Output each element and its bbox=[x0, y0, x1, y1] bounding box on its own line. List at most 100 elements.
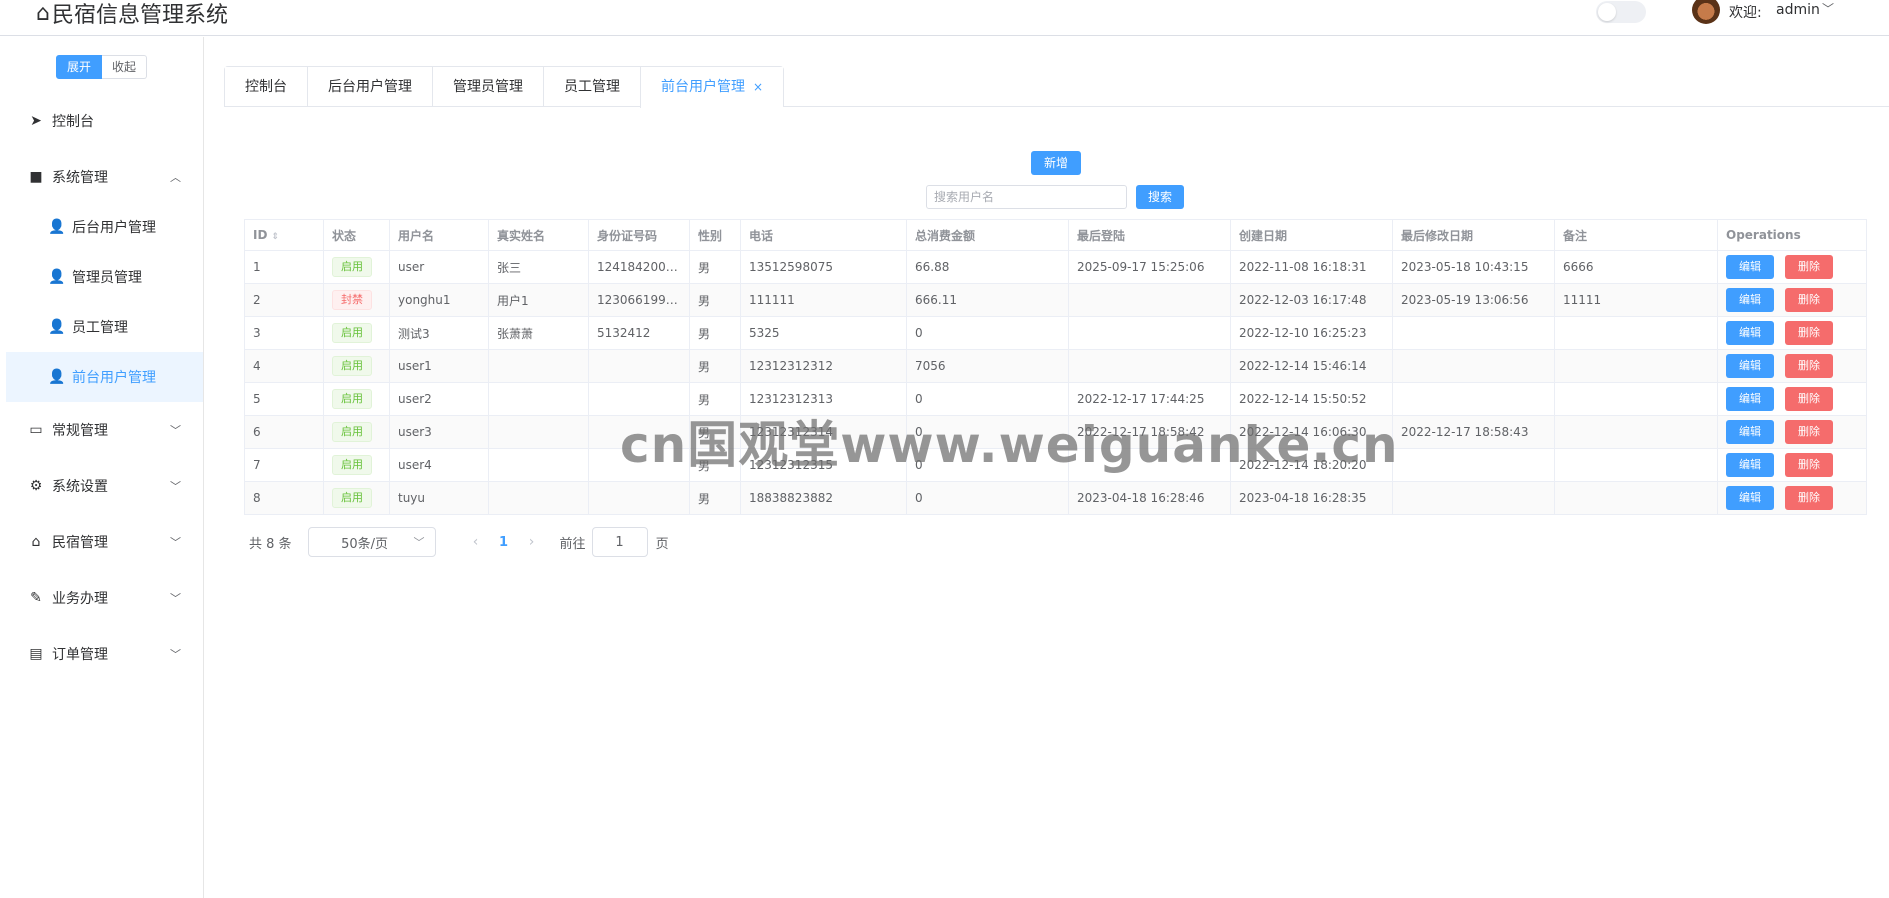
tab-frontend-users[interactable]: 前台用户管理 × bbox=[640, 67, 784, 108]
cell-modified: 2023-05-18 10:43:15 bbox=[1392, 250, 1555, 284]
edit-button[interactable]: 编辑 bbox=[1726, 288, 1774, 312]
sidebar-item-general[interactable]: ▭ 常规管理 ﹀ bbox=[0, 405, 203, 455]
cell-spent: 0 bbox=[906, 316, 1069, 350]
sidebar-item-orders[interactable]: ▤ 订单管理 ﹀ bbox=[0, 629, 203, 679]
column-header: Operations bbox=[1717, 219, 1867, 251]
cell-last-login: 2022-12-17 18:58:42 bbox=[1068, 415, 1231, 449]
sidebar-item-staff[interactable]: 👤 员工管理 bbox=[0, 302, 203, 352]
cell-spent: 7056 bbox=[906, 349, 1069, 383]
chevron-down-icon: ﹀ bbox=[170, 592, 181, 605]
sidebar-item-backend-users[interactable]: 👤 后台用户管理 bbox=[0, 202, 203, 252]
cell-created: 2022-12-14 15:50:52 bbox=[1230, 382, 1393, 416]
sidebar-item-label: 民宿管理 bbox=[52, 535, 108, 551]
next-page-button[interactable]: › bbox=[516, 534, 548, 550]
edit-button[interactable]: 编辑 bbox=[1726, 420, 1774, 444]
edit-button[interactable]: 编辑 bbox=[1726, 453, 1774, 477]
user-menu-name[interactable]: admin bbox=[1776, 2, 1820, 18]
cell-phone: 12312312312 bbox=[740, 349, 907, 383]
status-badge: 封禁 bbox=[332, 290, 372, 310]
table-row: 5 启用 user2 男 12312312313 0 2022-12-17 17:44:25… bbox=[244, 382, 1867, 416]
avatar[interactable] bbox=[1692, 0, 1720, 24]
gear-icon: ⚙ bbox=[29, 478, 43, 494]
search-input[interactable] bbox=[926, 185, 1127, 209]
delete-button[interactable]: 删除 bbox=[1785, 486, 1833, 510]
edit-button[interactable]: 编辑 bbox=[1726, 486, 1774, 510]
prev-page-button[interactable]: ‹ bbox=[460, 534, 492, 550]
cell-idcard: 1230661994… bbox=[588, 283, 690, 317]
delete-button[interactable]: 删除 bbox=[1785, 354, 1833, 378]
page-size-select[interactable]: 50条/页 ﹀ bbox=[307, 527, 436, 557]
edit-button[interactable]: 编辑 bbox=[1726, 387, 1774, 411]
column-header-id[interactable]: ID ⇕ bbox=[244, 219, 324, 251]
cell-gender: 男 bbox=[689, 316, 741, 350]
sidebar-item-business[interactable]: ✎ 业务办理 ﹀ bbox=[0, 573, 203, 623]
home-icon: ⌂ bbox=[36, 0, 50, 26]
column-header: 电话 bbox=[740, 219, 907, 251]
cell-status: 启用 bbox=[323, 448, 390, 482]
delete-button[interactable]: 删除 bbox=[1785, 453, 1833, 477]
cell-phone: 12312312315 bbox=[740, 448, 907, 482]
cell-username: user2 bbox=[389, 382, 489, 416]
cell-created: 2022-12-10 16:25:23 bbox=[1230, 316, 1393, 350]
sidebar-item-settings[interactable]: ⚙ 系统设置 ﹀ bbox=[0, 461, 203, 511]
column-header: 真实姓名 bbox=[488, 219, 589, 251]
cell-id: 5 bbox=[244, 382, 324, 416]
column-header: 用户名 bbox=[389, 219, 489, 251]
cell-note bbox=[1554, 316, 1718, 350]
delete-button[interactable]: 删除 bbox=[1785, 288, 1833, 312]
page-jump-input[interactable] bbox=[591, 527, 648, 557]
cell-realname: 张萧萧 bbox=[488, 316, 589, 350]
page-number[interactable]: 1 bbox=[492, 535, 516, 550]
tab-dashboard[interactable]: 控制台 bbox=[225, 67, 307, 107]
expand-button[interactable]: 展开 bbox=[56, 55, 103, 79]
page-unit-label: 页 bbox=[655, 536, 669, 552]
cell-note: 6666 bbox=[1554, 250, 1718, 284]
cell-phone: 5325 bbox=[740, 316, 907, 350]
users-table: ID ⇕ 状态 用户名 真实姓名 身份证号码 性别 电话 总消费金额 最后登陆 创… bbox=[244, 219, 1867, 515]
close-icon[interactable]: × bbox=[753, 80, 763, 94]
column-header: 身份证号码 bbox=[588, 219, 690, 251]
search-button[interactable]: 搜索 bbox=[1136, 185, 1184, 209]
cell-id: 8 bbox=[244, 481, 324, 515]
chevron-down-icon: ﹀ bbox=[170, 536, 181, 549]
cell-note bbox=[1554, 481, 1718, 515]
sort-icon[interactable]: ⇕ bbox=[271, 232, 279, 242]
app-title-text: 民宿信息管理系统 bbox=[51, 3, 228, 28]
collapse-button[interactable]: 收起 bbox=[102, 55, 148, 79]
sidebar-item-dashboard[interactable]: ➤ 控制台 bbox=[0, 96, 203, 146]
app-title: ⌂ 民宿信息管理系统 bbox=[36, 0, 228, 29]
user-icon: 👤 bbox=[48, 369, 66, 385]
cell-username: tuyu bbox=[389, 481, 489, 515]
tab-admins[interactable]: 管理员管理 bbox=[432, 67, 543, 107]
cell-modified bbox=[1392, 481, 1555, 515]
cell-phone: 13512598075 bbox=[740, 250, 907, 284]
cell-modified bbox=[1392, 448, 1555, 482]
theme-toggle-switch[interactable] bbox=[1596, 1, 1646, 23]
cell-phone: 12312312313 bbox=[740, 382, 907, 416]
delete-button[interactable]: 删除 bbox=[1785, 387, 1833, 411]
cell-operations: 编辑 删除 bbox=[1717, 349, 1867, 383]
cell-gender: 男 bbox=[689, 481, 741, 515]
sidebar-item-system-management[interactable]: ■ 系统管理 ︿ bbox=[0, 152, 203, 202]
sidebar-item-homestay[interactable]: ⌂ 民宿管理 ﹀ bbox=[0, 517, 203, 567]
sidebar-item-admins[interactable]: 👤 管理员管理 bbox=[0, 252, 203, 302]
edit-button[interactable]: 编辑 bbox=[1726, 321, 1774, 345]
cell-gender: 男 bbox=[689, 250, 741, 284]
cell-realname bbox=[488, 415, 589, 449]
sidebar-item-frontend-users[interactable]: 👤 前台用户管理 bbox=[6, 352, 203, 402]
edit-button[interactable]: 编辑 bbox=[1726, 255, 1774, 279]
cell-spent: 0 bbox=[906, 382, 1069, 416]
delete-button[interactable]: 删除 bbox=[1785, 420, 1833, 444]
cell-spent: 0 bbox=[906, 415, 1069, 449]
edit-button[interactable]: 编辑 bbox=[1726, 354, 1774, 378]
page-tabs: 控制台 后台用户管理 管理员管理 员工管理 前台用户管理 × bbox=[224, 66, 785, 108]
chevron-down-icon[interactable]: ﹀ bbox=[1822, 0, 1834, 17]
table-body: 1 启用 user 张三 1241842009… 男 13512598075 66.88 202… bbox=[244, 250, 1867, 515]
delete-button[interactable]: 删除 bbox=[1785, 255, 1833, 279]
cell-created: 2022-12-14 16:06:30 bbox=[1230, 415, 1393, 449]
add-button[interactable]: 新增 bbox=[1031, 151, 1081, 175]
tab-staff[interactable]: 员工管理 bbox=[543, 67, 640, 107]
tab-backend-users[interactable]: 后台用户管理 bbox=[307, 67, 432, 107]
cell-idcard bbox=[588, 349, 690, 383]
delete-button[interactable]: 删除 bbox=[1785, 321, 1833, 345]
